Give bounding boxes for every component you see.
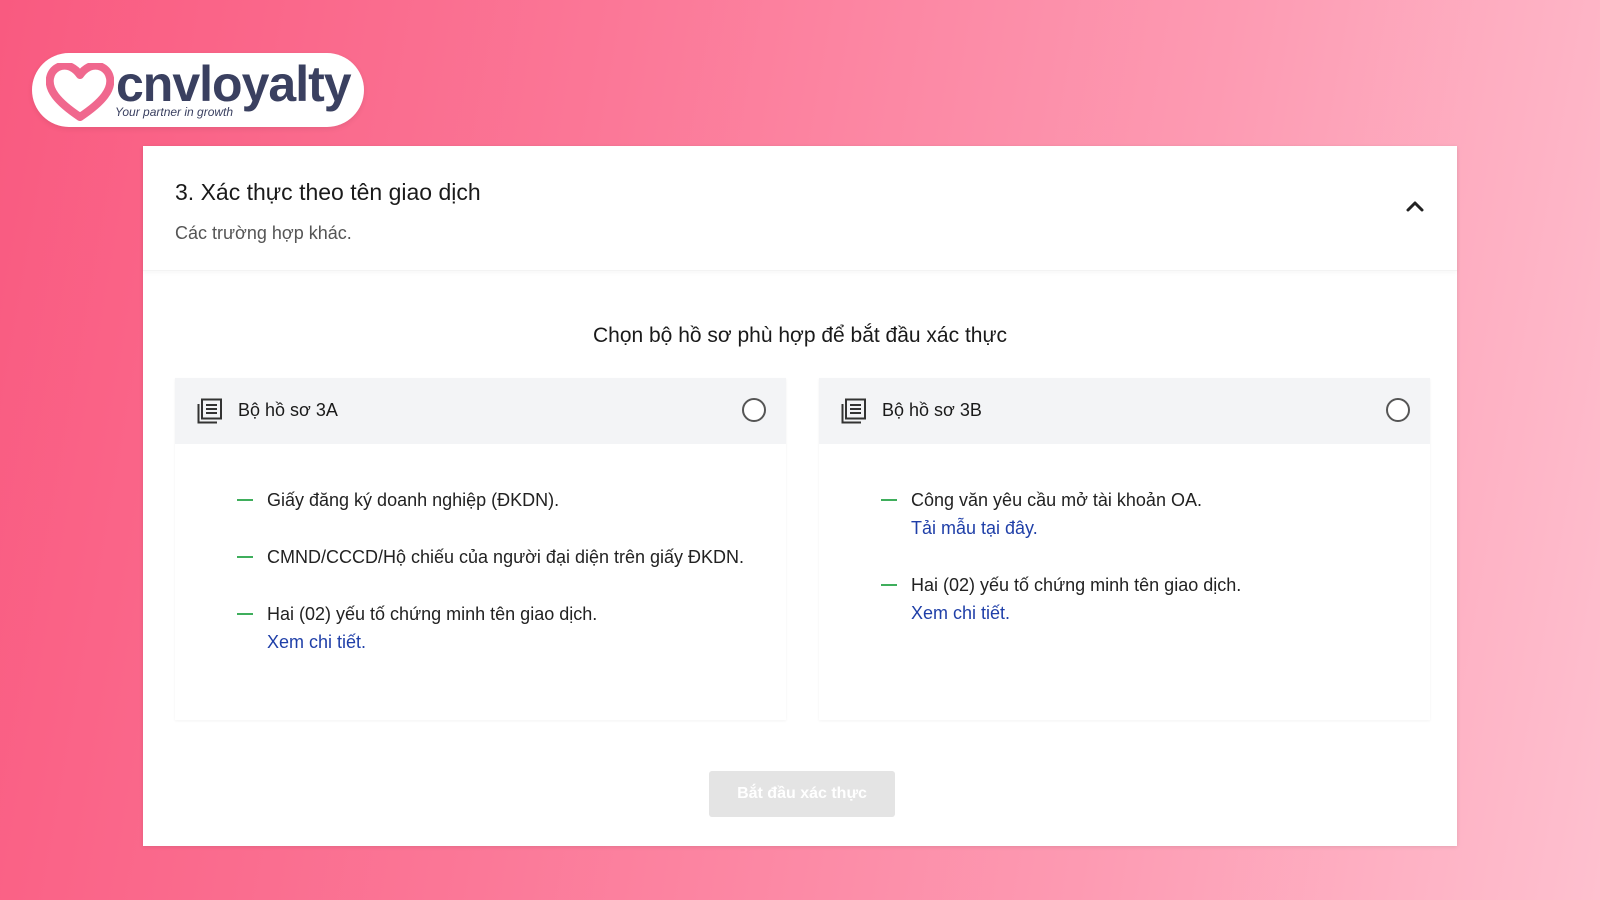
document-icon [841,398,866,424]
requirements-list-3a: Giấy đăng ký doanh nghiệp (ĐKDN). CMND/C… [237,486,746,685]
dash-bullet-icon [881,499,897,501]
list-item: Hai (02) yếu tố chứng minh tên giao dịch… [237,600,746,656]
dash-bullet-icon [237,613,253,615]
requirement-text: Hai (02) yếu tố chứng minh tên giao dịch… [267,604,598,624]
section-header[interactable]: 3. Xác thực theo tên giao dịch Các trườn… [143,146,1457,271]
requirement-text: Giấy đăng ký doanh nghiệp (ĐKDN). [267,490,560,510]
option-card-3a: Bộ hồ sơ 3A Giấy đăng ký doanh nghiệp (Đ… [175,378,786,720]
start-verification-button[interactable]: Bắt đầu xác thực [709,771,895,817]
view-details-link[interactable]: Xem chi tiết. [911,599,1390,627]
requirement-text: Hai (02) yếu tố chứng minh tên giao dịch… [911,575,1242,595]
option-3a-label: Bộ hồ sơ 3A [238,400,338,420]
brand-logo: cnvloyalty Your partner in growth [32,53,364,127]
view-details-link[interactable]: Xem chi tiết. [267,628,746,656]
dash-bullet-icon [881,584,897,586]
download-template-link[interactable]: Tải mẫu tại đây. [911,514,1390,542]
list-item: Hai (02) yếu tố chứng minh tên giao dịch… [881,571,1390,627]
dash-bullet-icon [237,499,253,501]
section-title: 3. Xác thực theo tên giao dịch [175,179,481,205]
option-card-3b: Bộ hồ sơ 3B Công văn yêu cầu mở tài khoả… [819,378,1430,720]
option-3a-header[interactable]: Bộ hồ sơ 3A [175,378,786,444]
dash-bullet-icon [237,556,253,558]
list-item: Giấy đăng ký doanh nghiệp (ĐKDN). [237,486,746,514]
choose-heading: Chọn bộ hồ sơ phù hợp để bắt đầu xác thự… [592,324,1008,347]
heart-logo-icon [46,63,114,121]
verification-card: 3. Xác thực theo tên giao dịch Các trườn… [143,146,1457,846]
requirement-text: Công văn yêu cầu mở tài khoản OA. [911,490,1202,510]
chevron-up-icon[interactable] [1401,192,1429,220]
logo-tagline: Your partner in growth [115,105,234,119]
requirements-list-3b: Công văn yêu cầu mở tài khoản OA. Tải mẫ… [881,486,1390,656]
list-item: CMND/CCCD/Hộ chiếu của người đại diện tr… [237,543,746,571]
option-3a-radio[interactable] [742,398,766,422]
section-subtitle: Các trường hợp khác. [175,223,352,243]
requirement-text: CMND/CCCD/Hộ chiếu của người đại diện tr… [267,547,745,567]
option-3b-label: Bộ hồ sơ 3B [882,400,982,420]
option-3b-radio[interactable] [1386,398,1410,422]
document-icon [197,398,222,424]
option-3b-header[interactable]: Bộ hồ sơ 3B [819,378,1430,444]
list-item: Công văn yêu cầu mở tài khoản OA. Tải mẫ… [881,486,1390,542]
